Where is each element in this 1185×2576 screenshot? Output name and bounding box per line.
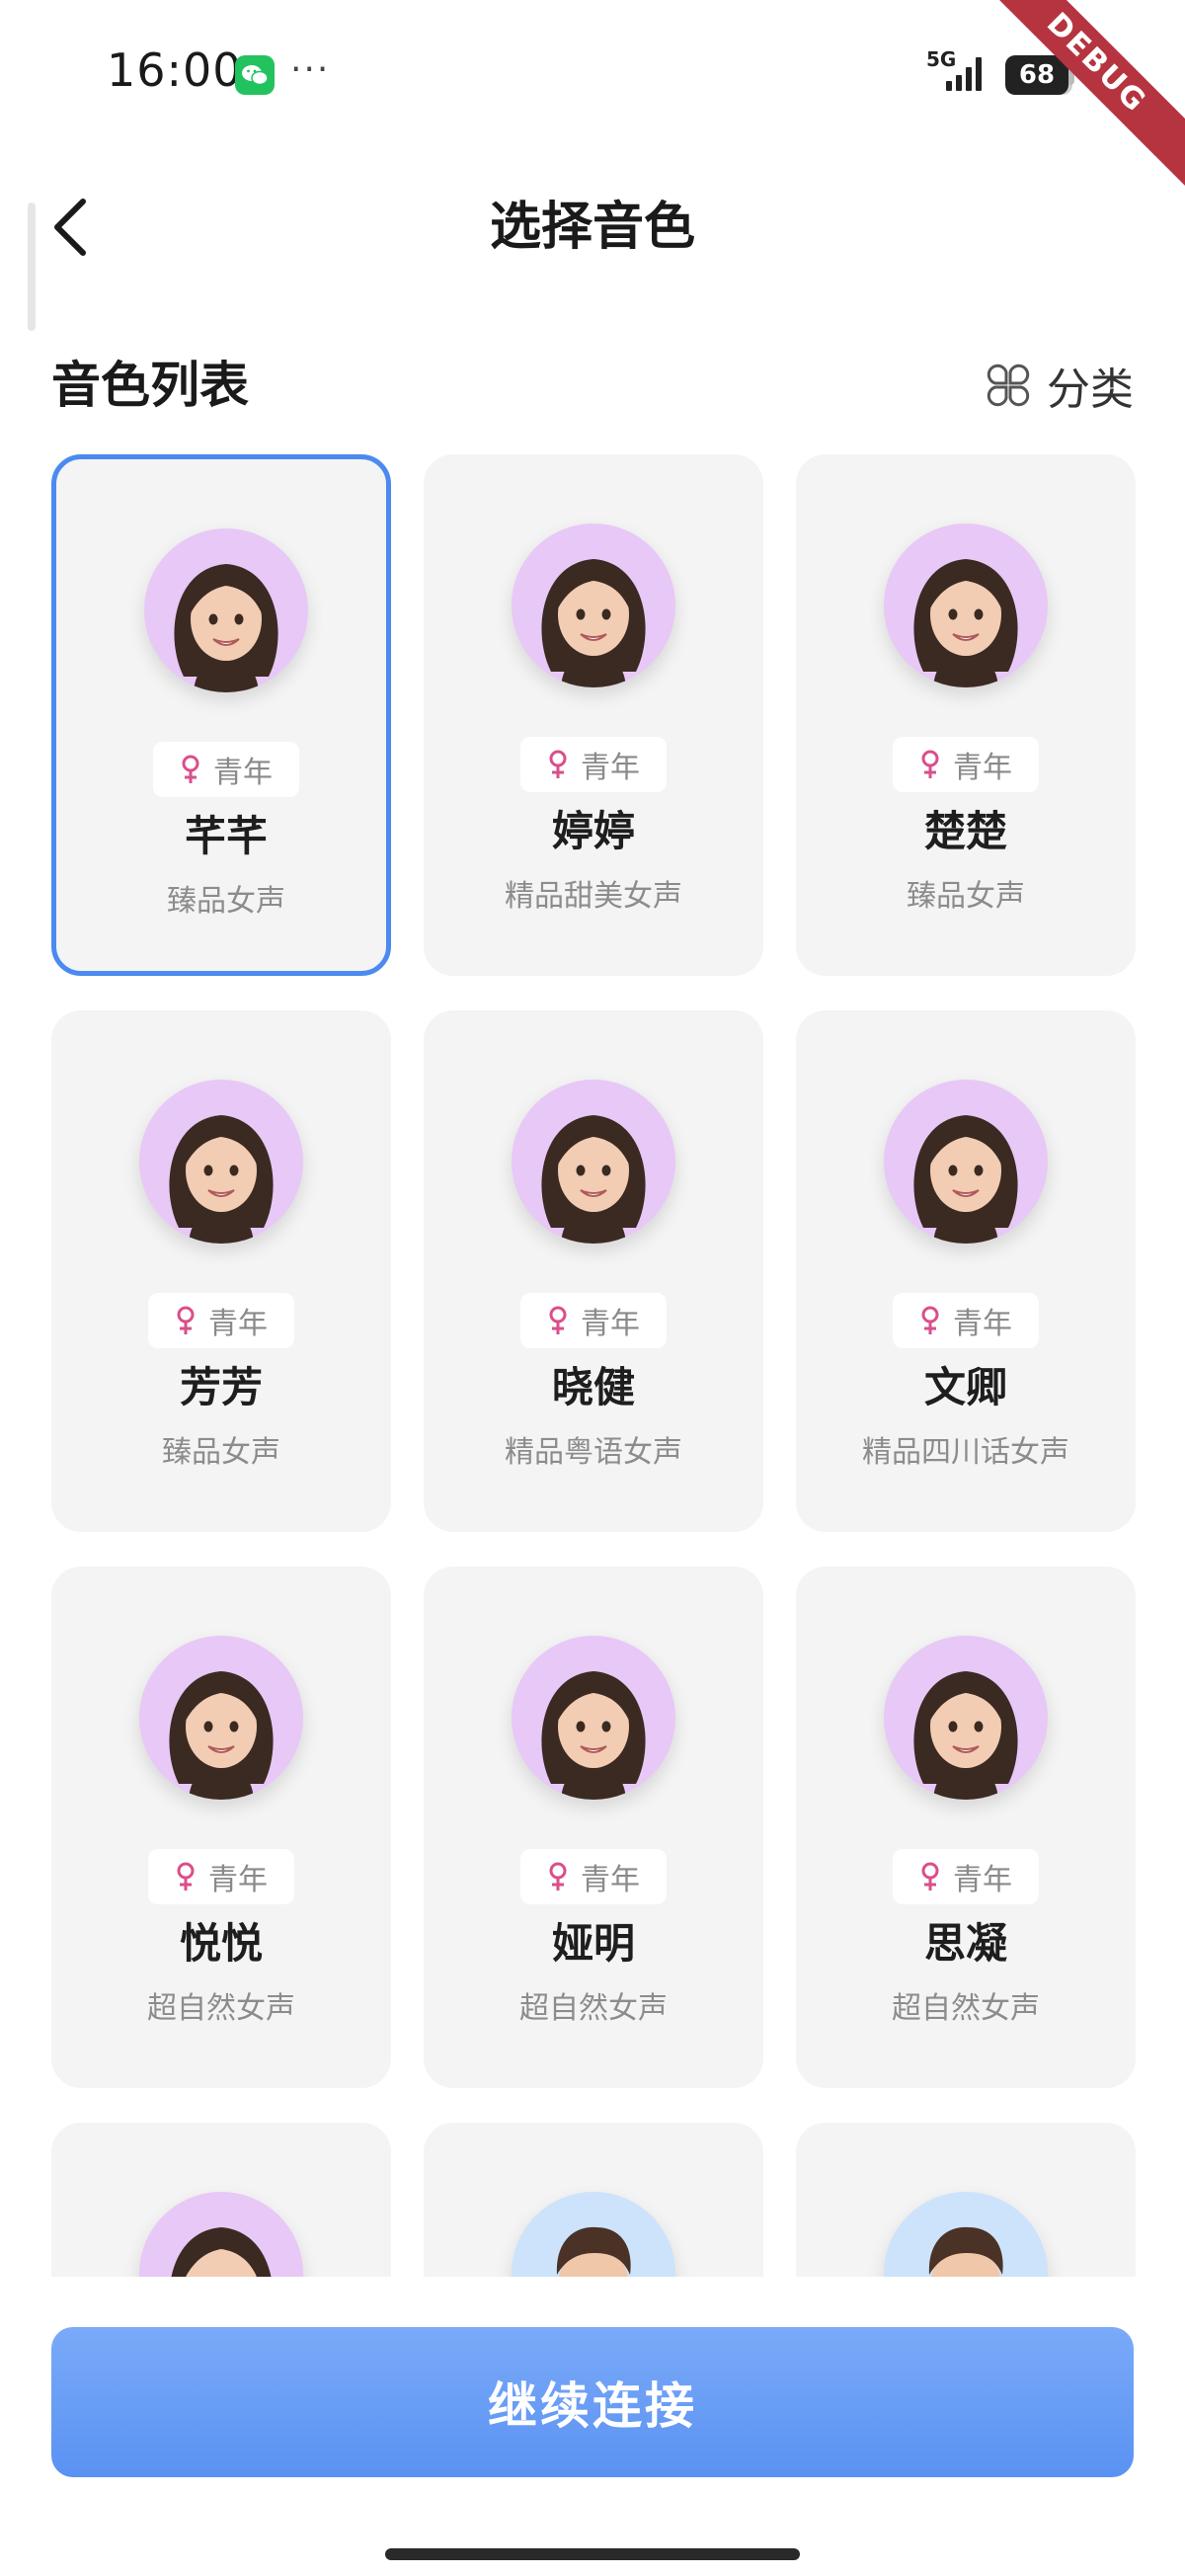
voice-name: 悦悦 <box>179 1919 263 1968</box>
notification-more-icon: ··· <box>290 49 331 90</box>
voice-name: 文卿 <box>923 1363 1007 1411</box>
category-label: 分类 <box>1047 364 1134 415</box>
voice-name: 楚楚 <box>923 807 1007 855</box>
voice-avatar <box>884 523 1048 687</box>
age-tag: 青年 <box>153 742 299 797</box>
voice-name: 思凝 <box>923 1919 1007 1968</box>
wechat-icon <box>235 55 275 95</box>
voice-description: 臻品女声 <box>162 1435 280 1470</box>
voice-card[interactable]: 青年芊芊臻品女声 <box>51 454 391 976</box>
voice-card[interactable]: 青年娅明超自然女声 <box>424 1567 763 2088</box>
voice-avatar <box>512 1636 675 1800</box>
voice-name: 娅明 <box>551 1919 635 1968</box>
back-button[interactable] <box>40 188 99 267</box>
voice-description: 超自然女声 <box>519 1991 668 2026</box>
age-tag-label: 青年 <box>953 1863 1012 1897</box>
voice-avatar <box>512 2192 675 2277</box>
nav-bar: 选择音色 <box>0 168 1185 286</box>
home-indicator <box>385 2548 800 2560</box>
female-symbol-icon <box>549 750 567 778</box>
age-tag-label: 青年 <box>213 756 273 790</box>
voice-card[interactable] <box>424 2123 763 2277</box>
chevron-left-icon <box>54 199 86 256</box>
signal-icon <box>946 57 982 91</box>
age-tag-label: 青年 <box>953 1307 1012 1341</box>
voice-avatar <box>139 1636 303 1800</box>
voice-avatar <box>512 1080 675 1244</box>
age-tag: 青年 <box>893 737 1039 792</box>
age-tag: 青年 <box>893 1293 1039 1348</box>
section-title: 音色列表 <box>51 357 249 414</box>
age-tag-label: 青年 <box>581 751 640 785</box>
voice-name: 婷婷 <box>551 807 635 855</box>
age-tag: 青年 <box>893 1849 1039 1904</box>
age-tag: 青年 <box>520 1293 667 1348</box>
voice-avatar <box>139 1080 303 1244</box>
scroll-indicator <box>28 202 36 331</box>
continue-connect-button[interactable]: 继续连接 <box>51 2327 1134 2477</box>
voice-avatar <box>144 528 308 692</box>
voice-name: 芳芳 <box>179 1363 263 1411</box>
female-symbol-icon <box>921 750 939 778</box>
female-symbol-icon <box>182 755 199 783</box>
age-tag: 青年 <box>148 1849 294 1904</box>
voice-description: 臻品女声 <box>167 884 285 919</box>
female-symbol-icon <box>921 1306 939 1334</box>
age-tag-label: 青年 <box>953 751 1012 785</box>
voice-avatar <box>512 523 675 687</box>
age-tag-label: 青年 <box>581 1863 640 1897</box>
female-symbol-icon <box>549 1306 567 1334</box>
age-tag: 青年 <box>520 737 667 792</box>
voice-name: 芊芊 <box>184 812 268 860</box>
voice-card[interactable]: 青年芳芳臻品女声 <box>51 1010 391 1532</box>
battery-icon: 68 <box>1005 55 1068 95</box>
voice-grid: 青年 芊芊 臻品女声 青年 婷婷 精品甜美女声 青年 楚楚 臻品女声 青年 芳芳 臻品女声 青年… <box>0 454 1185 2277</box>
voice-card[interactable]: 青年楚楚臻品女声 <box>796 454 1136 976</box>
voice-description: 精品粤语女声 <box>505 1435 682 1470</box>
age-tag-label: 青年 <box>208 1863 268 1897</box>
status-bar: 16:00 ··· 5G 68 <box>0 0 1185 148</box>
status-time: 16:00 <box>107 43 243 97</box>
female-symbol-icon <box>549 1862 567 1891</box>
age-tag-label: 青年 <box>208 1307 268 1341</box>
voice-card[interactable] <box>796 2123 1136 2277</box>
voice-card[interactable]: 青年思凝超自然女声 <box>796 1567 1136 2088</box>
voice-card[interactable]: 青年悦悦超自然女声 <box>51 1567 391 2088</box>
voice-card[interactable]: 青年晓健精品粤语女声 <box>424 1010 763 1532</box>
page-title: 选择音色 <box>489 198 695 257</box>
section-header: 音色列表 分类 <box>51 346 1134 425</box>
female-symbol-icon <box>177 1862 195 1891</box>
voice-description: 精品四川话女声 <box>862 1435 1069 1470</box>
voice-avatar <box>884 2192 1048 2277</box>
age-tag: 青年 <box>148 1293 294 1348</box>
category-grid-icon <box>987 363 1030 407</box>
age-tag-label: 青年 <box>581 1307 640 1341</box>
voice-name: 晓健 <box>551 1363 635 1411</box>
female-symbol-icon <box>177 1306 195 1334</box>
voice-description: 超自然女声 <box>147 1991 295 2026</box>
voice-description: 精品甜美女声 <box>505 879 682 914</box>
voice-card[interactable] <box>51 2123 391 2277</box>
age-tag: 青年 <box>520 1849 667 1904</box>
voice-avatar <box>884 1636 1048 1800</box>
female-symbol-icon <box>921 1862 939 1891</box>
voice-description: 超自然女声 <box>892 1991 1040 2026</box>
voice-card[interactable]: 青年文卿精品四川话女声 <box>796 1010 1136 1532</box>
category-button[interactable]: 分类 <box>984 346 1134 425</box>
voice-avatar <box>884 1080 1048 1244</box>
voice-card[interactable]: 青年婷婷精品甜美女声 <box>424 454 763 976</box>
voice-avatar <box>139 2192 303 2277</box>
voice-description: 臻品女声 <box>907 879 1025 914</box>
